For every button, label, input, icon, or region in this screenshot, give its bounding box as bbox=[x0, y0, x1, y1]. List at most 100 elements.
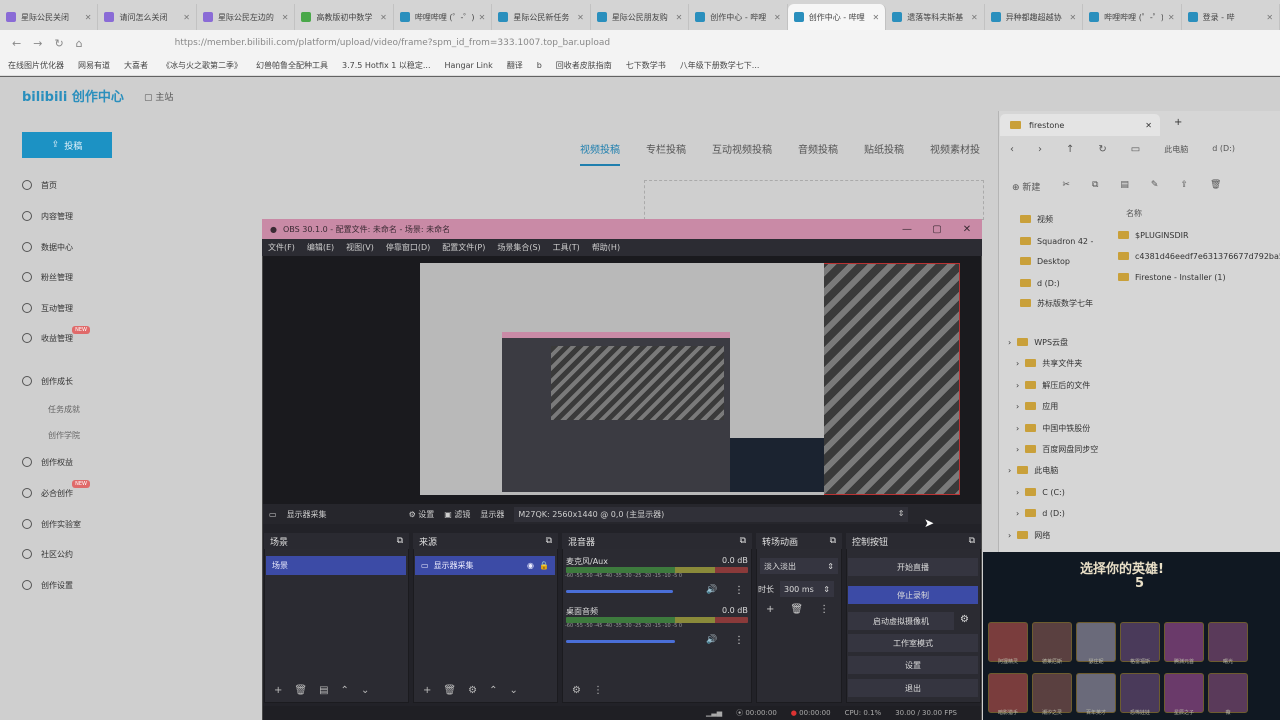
tree-item[interactable]: › 应用 bbox=[1016, 397, 1058, 415]
sidebar-item[interactable]: 内容管理 bbox=[22, 208, 122, 224]
sidebar-item[interactable]: 创作成长 bbox=[22, 373, 122, 389]
sidebar-item[interactable]: 数据中心 bbox=[22, 239, 122, 255]
sidebar-subitem[interactable]: 创作学院 bbox=[22, 427, 122, 443]
close-icon[interactable]: ✕ bbox=[282, 13, 289, 22]
sidebar-item[interactable]: 创作实验室 bbox=[22, 516, 122, 532]
obs-menu-item[interactable]: 文件(F) bbox=[268, 242, 295, 253]
obs-menu-item[interactable]: 编辑(E) bbox=[307, 242, 334, 253]
obs-menu-item[interactable]: 配置文件(P) bbox=[442, 242, 485, 253]
home-icon[interactable]: ⌂ bbox=[76, 37, 83, 50]
reload-icon[interactable]: ↻ bbox=[54, 37, 63, 50]
close-icon[interactable]: ✕ bbox=[873, 13, 880, 22]
browser-tab[interactable]: 星际公民左边的 ✕ bbox=[197, 4, 296, 30]
tree-item[interactable]: › C (C:) bbox=[1016, 483, 1065, 501]
tree-item[interactable]: › WPS云盘 bbox=[1008, 333, 1068, 351]
close-icon[interactable]: ✕ bbox=[85, 13, 92, 22]
browser-tab[interactable]: 异种都趣超越协 ✕ bbox=[985, 4, 1084, 30]
tree-item[interactable]: 苏标版数学七年 bbox=[1020, 294, 1093, 312]
visibility-eye-icon[interactable]: ◉ bbox=[527, 561, 534, 570]
duration-input[interactable]: 300 ms ⇕ bbox=[780, 581, 834, 597]
cut-icon[interactable]: ✂ bbox=[1062, 180, 1070, 193]
bookmark-item[interactable]: 幻兽帕鲁全配种工具 bbox=[256, 60, 328, 71]
undock-icon[interactable]: ⧉ bbox=[969, 536, 975, 546]
tree-item[interactable]: › 百度网盘同步空 bbox=[1016, 440, 1098, 458]
upload-tab[interactable]: 视频投稿 bbox=[580, 141, 620, 166]
bookmark-item[interactable]: 七下数学书 bbox=[626, 60, 666, 71]
breadcrumb-d[interactable]: d (D:) bbox=[1212, 144, 1235, 155]
tree-item[interactable]: › d (D:) bbox=[1016, 504, 1065, 522]
add-icon[interactable]: + bbox=[766, 604, 774, 615]
sidebar-item[interactable]: 社区公约 bbox=[22, 546, 122, 562]
hero-portrait[interactable] bbox=[988, 622, 1028, 662]
more-icon[interactable]: ⋮ bbox=[734, 585, 744, 596]
undock-icon[interactable]: ⧉ bbox=[830, 536, 836, 546]
close-icon[interactable]: ✕ bbox=[380, 13, 387, 22]
hero-portrait[interactable] bbox=[1164, 622, 1204, 662]
url-input[interactable]: https://member.bilibili.com/platform/upl… bbox=[175, 38, 610, 48]
rename-icon[interactable]: ✎ bbox=[1151, 180, 1159, 193]
delete-icon[interactable]: 🗑 bbox=[443, 685, 456, 696]
hero-portrait[interactable] bbox=[988, 673, 1028, 713]
hero-portrait[interactable] bbox=[1208, 673, 1248, 713]
hero-portrait[interactable] bbox=[1164, 673, 1204, 713]
obs-menu-item[interactable]: 场景集合(S) bbox=[497, 242, 540, 253]
hero-portrait[interactable] bbox=[1120, 622, 1160, 662]
volume-slider[interactable] bbox=[566, 640, 676, 643]
browser-tab[interactable]: 请问怎么关闭 ✕ bbox=[98, 4, 197, 30]
file-item[interactable]: c4381d46eedf7e631376677d792ba5de bbox=[1118, 247, 1280, 265]
close-icon[interactable]: ✕ bbox=[577, 13, 584, 22]
obs-menu-item[interactable]: 帮助(H) bbox=[592, 242, 620, 253]
bookmark-item[interactable]: 八年级下册数学七下... bbox=[680, 60, 760, 71]
delete-icon[interactable]: 🗑 bbox=[1210, 180, 1221, 193]
volume-slider[interactable] bbox=[566, 590, 673, 593]
file-item[interactable]: $PLUGINSDIR bbox=[1118, 226, 1189, 244]
main-site-link[interactable]: ▢ 主站 bbox=[144, 90, 173, 103]
gear-icon[interactable]: ⚙ bbox=[960, 614, 969, 625]
gear-icon[interactable]: ⚙ bbox=[572, 685, 581, 696]
browser-tab[interactable]: 星际公民新任务 ✕ bbox=[492, 4, 591, 30]
close-icon[interactable]: ✕ bbox=[676, 13, 683, 22]
upload-tab[interactable]: 音频投稿 bbox=[798, 141, 838, 166]
new-button[interactable]: ⊕ 新建 bbox=[1012, 180, 1040, 193]
bookmark-item[interactable]: 3.7.5 Hotfix 1 以稳定... bbox=[342, 60, 431, 71]
bookmark-item[interactable]: 翻译 bbox=[507, 60, 523, 71]
source-item[interactable]: ▭ 显示器采集 ◉ 🔒 bbox=[415, 556, 555, 575]
gear-icon[interactable]: ⚙ bbox=[468, 685, 477, 696]
source-filters-button[interactable]: ▣ 滤镜 bbox=[444, 509, 470, 520]
maximize-icon[interactable]: ▢ bbox=[922, 224, 952, 235]
tree-item[interactable]: › 解压后的文件 bbox=[1016, 376, 1090, 394]
share-icon[interactable]: ⇪ bbox=[1180, 180, 1188, 193]
bookmark-item[interactable]: 网易有道 bbox=[78, 60, 110, 71]
browser-tab[interactable]: 登录 - 哔 ✕ bbox=[1182, 4, 1280, 30]
browser-tab[interactable]: 创作中心 - 哔哩 ✕ bbox=[689, 4, 788, 30]
tree-item[interactable]: Desktop bbox=[1020, 252, 1070, 270]
browser-tab[interactable]: 哔哩哔哩 (゜-゜) ✕ bbox=[394, 4, 493, 30]
speaker-icon[interactable]: 🔊 bbox=[706, 585, 717, 595]
browser-tab[interactable]: 创作中心 - 哔哩 ✕ bbox=[787, 4, 887, 30]
hero-portrait[interactable] bbox=[1120, 673, 1160, 713]
bilibili-logo[interactable]: bilibili 创作中心 bbox=[22, 86, 124, 105]
move-down-icon[interactable]: ⌄ bbox=[509, 685, 517, 696]
hero-portrait[interactable] bbox=[1032, 673, 1072, 713]
browser-tab[interactable]: 星际公民朋友购 ✕ bbox=[591, 4, 690, 30]
tree-item[interactable]: d (D:) bbox=[1020, 274, 1060, 292]
tree-item[interactable]: Squadron 42 - bbox=[1020, 232, 1093, 250]
lock-icon[interactable]: 🔒 bbox=[539, 561, 549, 570]
delete-icon[interactable]: 🗑 bbox=[294, 685, 307, 696]
forward-icon[interactable]: → bbox=[33, 37, 42, 50]
scene-item[interactable]: 场景 bbox=[266, 556, 406, 575]
close-icon[interactable]: ✕ bbox=[1168, 13, 1175, 22]
add-icon[interactable]: + bbox=[423, 685, 431, 696]
bookmark-item[interactable]: 在线图片优化器 bbox=[8, 60, 64, 71]
control-button[interactable]: 开始直播 bbox=[848, 558, 978, 576]
display-select[interactable]: M27QK: 2560x1440 @ 0,0 (主显示器) ⇕ bbox=[514, 506, 909, 522]
source-settings-button[interactable]: ⚙ 设置 bbox=[409, 509, 435, 520]
speaker-icon[interactable]: 🔊 bbox=[706, 635, 717, 645]
sidebar-item[interactable]: 创作权益 bbox=[22, 454, 122, 470]
close-icon[interactable]: ✕ bbox=[952, 224, 982, 235]
tree-item[interactable]: 视频 bbox=[1020, 210, 1053, 228]
file-item[interactable]: Firestone - Installer (1) bbox=[1118, 268, 1226, 286]
bookmark-item[interactable]: 大喜者 bbox=[124, 60, 148, 71]
forward-icon[interactable]: › bbox=[1038, 144, 1042, 155]
control-button[interactable]: 启动虚拟摄像机 bbox=[848, 612, 954, 630]
